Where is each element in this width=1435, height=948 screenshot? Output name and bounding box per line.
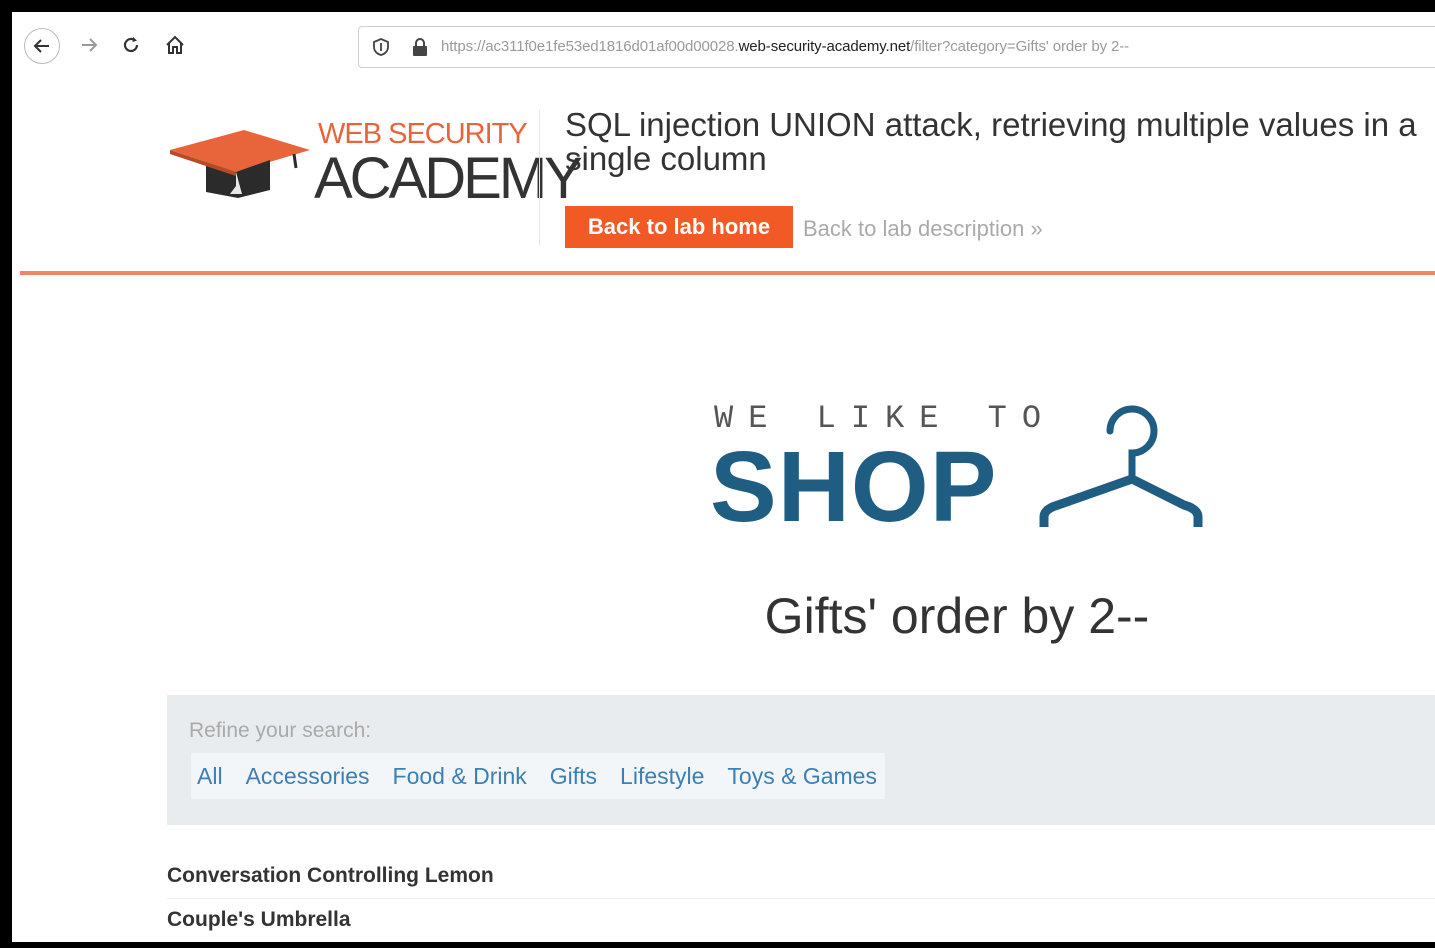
- reload-icon: [123, 37, 139, 53]
- back-to-lab-home-button[interactable]: Back to lab home: [565, 206, 793, 248]
- lock-icon[interactable]: [411, 37, 429, 57]
- back-to-lab-description-link[interactable]: Back to lab description »: [803, 216, 1043, 242]
- shield-icon[interactable]: [371, 37, 391, 57]
- product-row: Couple's Umbrella: [167, 908, 351, 931]
- search-heading: Gifts' order by 2--: [764, 588, 1150, 644]
- filter-accessories[interactable]: Accessories: [246, 763, 370, 790]
- url-text[interactable]: https://ac311f0e1fe53ed1816d01af00d00028…: [441, 38, 1129, 55]
- hanger-icon: [1039, 405, 1203, 527]
- filter-lifestyle[interactable]: Lifestyle: [620, 763, 704, 790]
- filter-links: All Accessories Food & Drink Gifts Lifes…: [191, 753, 885, 799]
- url-prefix: https://ac311f0e1fe53ed1816d01af00d00028…: [441, 38, 739, 55]
- arrow-right-icon: [82, 38, 98, 52]
- browser-window: https://ac311f0e1fe53ed1816d01af00d00028…: [12, 12, 1435, 942]
- refine-label: Refine your search:: [189, 719, 372, 742]
- lab-header: WEB SECURITY ACADEMY SQL injection UNION…: [12, 80, 1435, 272]
- filter-panel: Refine your search: All Accessories Food…: [167, 695, 1435, 825]
- arrow-left-icon: [33, 39, 49, 53]
- hero-shop: SHOP: [710, 431, 998, 543]
- academy-logo[interactable]: WEB SECURITY ACADEMY: [170, 118, 583, 228]
- row-divider: [167, 898, 1435, 899]
- graduation-cap-icon: [170, 130, 310, 198]
- header-rule: [20, 271, 1435, 275]
- filter-all[interactable]: All: [197, 763, 223, 790]
- filter-food-drink[interactable]: Food & Drink: [393, 763, 527, 790]
- home-icon: [166, 35, 184, 54]
- home-button[interactable]: [160, 30, 190, 60]
- forward-button[interactable]: [74, 30, 104, 60]
- product-row: Conversation Controlling Lemon: [167, 864, 494, 887]
- url-path: /filter?category=Gifts' order by 2--: [910, 38, 1130, 55]
- reload-button[interactable]: [116, 30, 146, 60]
- browser-toolbar: https://ac311f0e1fe53ed1816d01af00d00028…: [12, 12, 1435, 81]
- back-button[interactable]: [24, 28, 60, 64]
- filter-gifts[interactable]: Gifts: [550, 763, 597, 790]
- header-divider: [539, 110, 540, 246]
- url-domain: web-security-academy.net: [738, 38, 911, 55]
- lab-title: SQL injection UNION attack, retrieving m…: [565, 106, 1417, 177]
- address-bar[interactable]: https://ac311f0e1fe53ed1816d01af00d00028…: [358, 26, 1435, 68]
- filter-toys-games[interactable]: Toys & Games: [727, 763, 877, 790]
